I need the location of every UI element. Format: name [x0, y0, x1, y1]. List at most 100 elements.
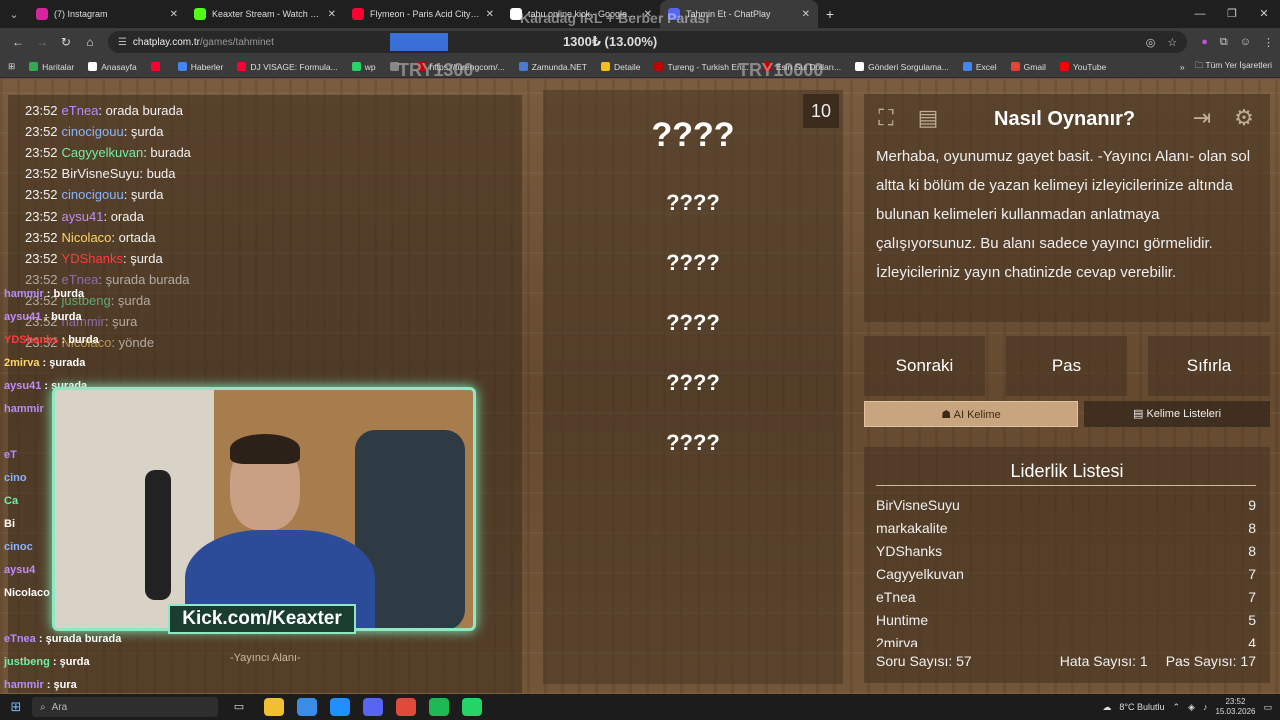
- all-bookmarks-folder[interactable]: 🗀 Tüm Yer İşaretleri: [1195, 60, 1272, 74]
- next-button[interactable]: Sonraki: [864, 336, 985, 396]
- url-input[interactable]: ☰ chatplay.com.tr/games/tahminet 1300₺ (…: [107, 31, 1188, 53]
- leaderboard-name: eTnea: [876, 589, 916, 605]
- overlay-chat-message: Ca: [4, 495, 18, 507]
- pass-button[interactable]: Pas: [1006, 336, 1127, 396]
- eye-off-icon[interactable]: ◎: [1146, 36, 1156, 49]
- menu-kebab-icon[interactable]: ⋮: [1263, 36, 1274, 49]
- settings-gear-icon[interactable]: ⚙: [1228, 102, 1260, 134]
- clock-time: 23:52: [1225, 697, 1246, 706]
- chat-username[interactable]: cinocigouu: [62, 187, 124, 202]
- weather-icon[interactable]: ☁: [1102, 702, 1111, 713]
- tab-close-icon[interactable]: ✕: [802, 9, 810, 20]
- minimize-icon[interactable]: —: [1184, 0, 1216, 28]
- bookmark-favicon-icon: [654, 62, 664, 71]
- extensions-puzzle-icon[interactable]: ⧉: [1220, 36, 1228, 49]
- new-tab-button[interactable]: +: [818, 6, 842, 22]
- bookmark-item[interactable]: Haritalar: [29, 62, 74, 72]
- overlay-chat-username: hammir: [4, 403, 44, 415]
- bookmark-star-icon[interactable]: ☆: [1167, 36, 1177, 49]
- overlay-chat-message: hammir : burda: [4, 288, 84, 300]
- fullscreen-icon[interactable]: ⛶: [870, 102, 902, 134]
- tray-chevron-icon[interactable]: ⌃: [1172, 702, 1180, 713]
- bookmark-list: Haritalar Anasayfa Haberler DJ VISAGE: Form…: [29, 62, 1120, 72]
- chat-username[interactable]: Cagyyelkuvan: [62, 145, 144, 160]
- chat-username[interactable]: eTnea: [62, 103, 99, 118]
- bookmark-label: Haberler: [190, 61, 224, 72]
- rules-list-icon[interactable]: ▤: [912, 102, 944, 134]
- all-bookmarks-label: Tüm Yer İşaretleri: [1205, 59, 1272, 70]
- chat-username[interactable]: BirVisneSuyu: [62, 166, 140, 181]
- taskbar-app-icon[interactable]: [462, 698, 482, 716]
- profile-avatar-icon[interactable]: ☺: [1240, 36, 1251, 49]
- leaderboard-name: YDShanks: [876, 543, 943, 559]
- weather-text: 8°C Bulutlu: [1119, 702, 1165, 712]
- overlay-chat-username: aysu41: [4, 311, 42, 323]
- taskbar-app-icon[interactable]: [297, 698, 317, 716]
- restore-icon[interactable]: ❐: [1216, 0, 1248, 28]
- taskbar-app-icon[interactable]: [363, 698, 383, 716]
- leaderboard-score: 8: [1248, 520, 1256, 536]
- ai-word-button[interactable]: ☗ AI Kelime: [864, 401, 1078, 427]
- taskbar-app-icon[interactable]: [264, 698, 284, 716]
- chat-username[interactable]: eTnea: [62, 272, 99, 287]
- bookmark-item[interactable]: wp: [351, 62, 376, 72]
- chat-text: : şurda: [110, 292, 151, 308]
- apps-grid-icon[interactable]: ⊞: [8, 61, 15, 72]
- task-view-icon[interactable]: ▭: [227, 697, 251, 717]
- bookmark-item[interactable]: YouTube: [1059, 61, 1107, 72]
- bookmark-item[interactable]: Anasayfa: [88, 62, 137, 72]
- bookmark-favicon-icon: [29, 62, 39, 71]
- chat-username[interactable]: YDShanks: [62, 251, 123, 266]
- taskbar-search-input[interactable]: ⌕ Ara: [32, 697, 218, 717]
- chat-username[interactable]: cinocigouu: [62, 124, 124, 139]
- bookmark-item[interactable]: [150, 62, 164, 72]
- bookmark-item[interactable]: Zamunda.NET: [518, 62, 587, 72]
- more-bookmarks-icon[interactable]: »: [1180, 62, 1185, 72]
- forward-icon[interactable]: →: [30, 35, 54, 49]
- overlay-chat-message: hammir: [4, 403, 44, 415]
- tab-close-icon[interactable]: ✕: [170, 9, 178, 20]
- bookmark-item[interactable]: Excel: [962, 62, 997, 72]
- bookmark-item[interactable]: Tureng - Turkish En...: [654, 62, 749, 72]
- taskbar-app-icon[interactable]: [396, 698, 416, 716]
- bookmark-item[interactable]: Gönderi Sorgulama...: [855, 62, 949, 72]
- tab-close-icon[interactable]: ✕: [486, 9, 494, 20]
- network-icon[interactable]: ◈: [1188, 702, 1195, 713]
- notification-icon[interactable]: ▭: [1263, 702, 1272, 713]
- site-info-icon[interactable]: ☰: [118, 37, 127, 48]
- chat-username[interactable]: Nicolaco: [62, 230, 112, 245]
- extension-icon[interactable]: ●: [1201, 36, 1208, 49]
- bookmark-favicon-icon: [600, 62, 610, 71]
- chat-text: : ortada: [111, 229, 156, 245]
- taskbar-app-icon[interactable]: [429, 698, 449, 716]
- browser-tab[interactable]: Keaxter Stream - Watch Live on ✕: [186, 0, 344, 28]
- bookmark-item[interactable]: Gmail: [1010, 62, 1046, 72]
- overlay-chat-message: eTnea : şurada burada: [4, 633, 121, 645]
- overlay-chat-text: : şura: [43, 679, 77, 691]
- bookmark-favicon-icon: [1059, 62, 1069, 71]
- tab-favicon-icon: [36, 8, 48, 20]
- bookmark-label: YouTube: [1072, 61, 1107, 72]
- tab-close-icon[interactable]: ✕: [328, 9, 336, 20]
- clock[interactable]: 23:52 15.03.2026: [1215, 697, 1255, 717]
- taskbar-app-icon[interactable]: [330, 698, 350, 716]
- back-icon[interactable]: ←: [6, 35, 30, 49]
- browser-tab[interactable]: Flymeon - Paris Acid City (Offic ✕: [344, 0, 502, 28]
- bookmark-item[interactable]: DJ VISAGE: Formula...: [237, 62, 338, 72]
- bookmark-item[interactable]: Haberler: [177, 61, 224, 72]
- tab-favicon-icon: [352, 8, 364, 20]
- chat-text: : şurda: [123, 187, 164, 203]
- home-icon[interactable]: ⌂: [78, 35, 102, 49]
- bookmark-item[interactable]: Detaile: [600, 62, 640, 72]
- chat-username[interactable]: aysu41: [62, 209, 104, 224]
- logout-icon[interactable]: ⇥: [1186, 102, 1218, 134]
- reload-icon[interactable]: ↻: [54, 35, 78, 49]
- volume-icon[interactable]: ♪: [1203, 702, 1208, 712]
- browser-tab[interactable]: (7) Instagram ✕: [28, 0, 186, 28]
- reset-button[interactable]: Sıfırla: [1148, 336, 1270, 396]
- windows-start-icon[interactable]: ⊞: [0, 699, 32, 715]
- tab-search-icon[interactable]: ⌄: [0, 0, 28, 28]
- word-lists-button[interactable]: ▤ Kelime Listeleri: [1084, 401, 1270, 427]
- close-window-icon[interactable]: ✕: [1248, 0, 1280, 28]
- overlay-chat-message: aysu41 : burda: [4, 311, 82, 323]
